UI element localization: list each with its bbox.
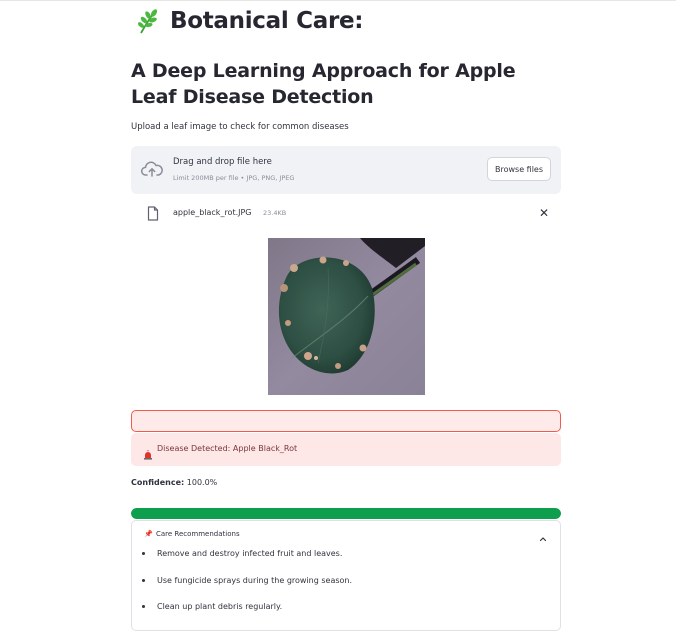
list-item: Clean up plant debris regularly. — [142, 602, 550, 629]
alert-text: Disease Detected: Apple Black_Rot — [157, 444, 298, 453]
file-dropzone[interactable]: Drag and drop file here Limit 200MB per … — [131, 146, 561, 194]
uploaded-file-row: apple_black_rot.JPG 23.4KB ✕ — [131, 204, 561, 224]
pushpin-icon: 📌 — [144, 530, 153, 538]
dropzone-limits: Limit 200MB per file • JPG, PNG, JPEG — [173, 174, 295, 182]
recommendation-text: Use fungicide sprays during the growing … — [157, 575, 353, 585]
confidence-label: Confidence: — [131, 478, 185, 487]
recommendation-text: Remove and destroy infected fruit and le… — [157, 549, 343, 558]
upload-caption: Upload a leaf image to check for common … — [131, 122, 349, 132]
expander-header[interactable]: 📌 Care Recommendations — [144, 529, 550, 542]
disease-alert: Disease Detected: Apple Black_Rot — [131, 433, 561, 466]
dropzone-title: Drag and drop file here — [173, 157, 272, 167]
herb-icon — [136, 8, 160, 34]
expander-title: Care Recommendations — [156, 530, 240, 538]
title-row: Botanical Care: — [136, 8, 364, 34]
chevron-up-icon[interactable] — [538, 529, 548, 548]
file-size: 23.4KB — [263, 209, 287, 217]
confidence-line: Confidence: 100.0% — [131, 478, 217, 487]
uploaded-leaf-image — [268, 238, 425, 395]
list-item: Remove and destroy infected fruit and le… — [142, 549, 550, 576]
bullet-icon — [142, 578, 145, 582]
page-title: Botanical Care: — [170, 8, 364, 34]
recommendation-list: Remove and destroy infected fruit and le… — [142, 549, 550, 629]
bullet-icon — [142, 552, 145, 555]
file-name: apple_black_rot.JPG — [173, 208, 252, 217]
progress-fill — [131, 508, 561, 519]
confidence-value: 100.0% — [186, 478, 218, 487]
top-divider — [0, 0, 676, 1]
browse-files-button[interactable]: Browse files — [487, 157, 551, 181]
error-highlight-box — [131, 410, 561, 432]
cloud-upload-icon — [140, 160, 163, 182]
confidence-progress-bar — [131, 508, 561, 519]
page-subtitle: A Deep Learning Approach for Apple Leaf … — [131, 60, 516, 108]
bullet-icon — [142, 605, 145, 608]
recommendation-text: Clean up plant debris regularly. — [157, 602, 283, 611]
close-icon[interactable]: ✕ — [539, 206, 549, 220]
alarm-light-icon — [143, 445, 153, 464]
file-icon — [147, 206, 159, 225]
care-recommendations-expander: 📌 Care Recommendations Remove and destro… — [131, 520, 561, 631]
list-item: Use fungicide sprays during the growing … — [142, 576, 550, 603]
